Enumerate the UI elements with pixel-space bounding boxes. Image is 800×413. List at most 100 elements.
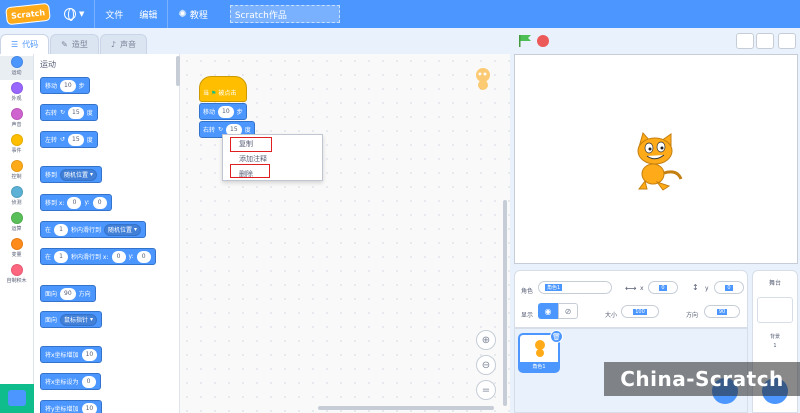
category-item[interactable]: 运动 [0,56,33,80]
tutorials-menu[interactable]: ✺ 教程 [170,0,215,28]
palette-goto-block[interactable]: 移到 随机位置 ▾ [40,166,102,183]
sprite-info-panel [514,270,748,328]
palette-goto-xy-block[interactable]: 移到 x: 0 y: 0 [40,194,112,211]
palette-set-x-block[interactable]: 将x坐标设为 0 [40,373,101,390]
block-text: 移动 [203,109,216,116]
palette-point-toward-block[interactable]: 面向 鼠标指针 ▾ [40,311,102,328]
palette-heading: 运动 [40,60,56,69]
category-item[interactable]: 控制 [0,160,33,184]
add-extension-button[interactable] [8,390,26,406]
category-label: 变量 [11,252,22,258]
sprite-watermark-icon [476,68,490,90]
block-input[interactable]: 15 [68,133,84,146]
palette-move-block[interactable]: 移动 10 步 [40,77,90,94]
block-text: 度 [86,110,93,117]
size-input[interactable]: 100 [621,305,659,318]
block-text: 面向 [45,291,58,298]
zoom-reset-button[interactable]: = [476,380,496,400]
category-item[interactable]: 变量 [0,238,33,262]
block-input[interactable]: 0 [136,250,151,263]
category-item[interactable]: 运算 [0,212,33,236]
category-item[interactable]: 外观 [0,82,33,106]
block-palette: 运动 移动 10 步 右转 ↻ 15 度 左转 ↺ 15 度 移到 随机位置 ▾… [34,54,180,413]
category-item[interactable]: 声音 [0,108,33,132]
block-input[interactable]: 10 [81,348,98,361]
palette-change-y-block[interactable]: 将y坐标增加 10 [40,400,103,413]
block-text: 度 [86,137,93,144]
x-arrows-icon: ⟷ [625,284,637,293]
cat-sprite[interactable] [627,129,687,193]
y-value: 0 [725,284,733,291]
brush-icon: ✎ [61,40,68,49]
palette-glide-block[interactable]: 在 1 秒内滑行到 随机位置 ▾ [40,221,146,238]
sprite-name-input[interactable]: 角色1 [538,281,612,294]
category-item[interactable]: 自制积木 [0,264,33,288]
large-stage-button[interactable] [756,33,774,49]
block-input[interactable]: 0 [92,196,107,209]
block-dropdown[interactable]: 鼠标指针 ▾ [60,313,97,326]
block-input[interactable]: 0 [67,196,82,209]
show-hidden-button[interactable]: ⊘ [558,303,578,319]
workspace-horizontal-scrollbar[interactable] [318,406,494,410]
y-position-input[interactable]: 0 [714,281,744,294]
extension-area [0,384,34,413]
green-flag-icon: ⚑ [211,90,217,97]
palette-change-x-block[interactable]: 将x坐标增加 10 [40,346,103,363]
block-input[interactable]: 10 [60,79,76,92]
when-flag-clicked-block[interactable]: 当 ⚑ 被点击 [199,76,247,102]
category-item[interactable]: 事件 [0,134,33,158]
x-value: 0 [659,284,667,291]
block-input[interactable]: 0 [111,250,126,263]
size-label: 大小 [605,312,618,319]
block-text: 移到 [45,172,58,179]
language-menu[interactable]: ▼ [56,0,92,28]
block-text: 秒内滑行到 [71,227,102,234]
workspace-vertical-scrollbar[interactable] [503,200,507,406]
tab-sounds[interactable]: ♪ 声音 [99,34,147,54]
block-dropdown[interactable]: 随机位置 ▾ [104,223,141,236]
block-text: 秒内滑行到 x: [71,254,109,261]
scratch-logo[interactable]: Scratch [5,2,51,26]
menu-divider [167,0,169,28]
block-text: 步 [236,109,243,116]
zoom-in-button[interactable]: ⊕ [476,330,496,350]
highlight-box-duplicate [230,137,272,152]
block-text: 方向 [78,291,91,298]
backdrop-label: 背景 [769,334,780,340]
block-input[interactable]: 90 [60,287,76,300]
block-input[interactable]: 10 [81,402,98,413]
block-input[interactable]: 1 [54,223,69,236]
block-input[interactable]: 10 [218,105,234,118]
show-visible-button[interactable]: ◉ [538,303,558,319]
block-text: 将y坐标增加 [45,406,79,413]
direction-input[interactable]: 90 [704,305,740,318]
block-input[interactable]: 1 [54,250,69,263]
move-steps-block[interactable]: 移动 10 步 [199,103,247,120]
tab-costumes[interactable]: ✎ 造型 [50,34,99,54]
block-input[interactable]: 0 [81,375,96,388]
stop-button[interactable] [537,35,549,47]
palette-turn-right-block[interactable]: 右转 ↻ 15 度 [40,104,98,121]
block-input[interactable]: 15 [68,106,84,119]
palette-glide-xy-block[interactable]: 在 1 秒内滑行到 x: 0 y: 0 [40,248,156,265]
palette-point-direction-block[interactable]: 面向 90 方向 [40,285,96,302]
stage-thumbnail[interactable] [757,297,793,323]
zoom-out-button[interactable]: ⊖ [476,355,496,375]
delete-sprite-button[interactable]: 🗑 [550,330,563,343]
x-position-input[interactable]: 0 [648,281,678,294]
green-flag-icon[interactable] [518,35,532,47]
menu-divider [94,0,96,28]
block-dropdown[interactable]: 随机位置 ▾ [60,168,97,181]
fullscreen-button[interactable] [778,33,796,49]
edit-menu[interactable]: 编辑 [131,0,165,28]
file-menu[interactable]: 文件 [97,0,131,28]
project-title-input[interactable] [229,5,340,23]
eye-icon: ◉ [544,306,552,316]
tab-code[interactable]: ☰ 代码 [0,34,50,54]
category-item[interactable]: 侦测 [0,186,33,210]
small-stage-button[interactable] [736,33,754,49]
palette-turn-left-block[interactable]: 左转 ↺ 15 度 [40,131,98,148]
cat-thumbnail-icon [535,340,545,357]
stage-canvas[interactable] [514,54,798,264]
block-text: 移到 x: [45,200,65,207]
